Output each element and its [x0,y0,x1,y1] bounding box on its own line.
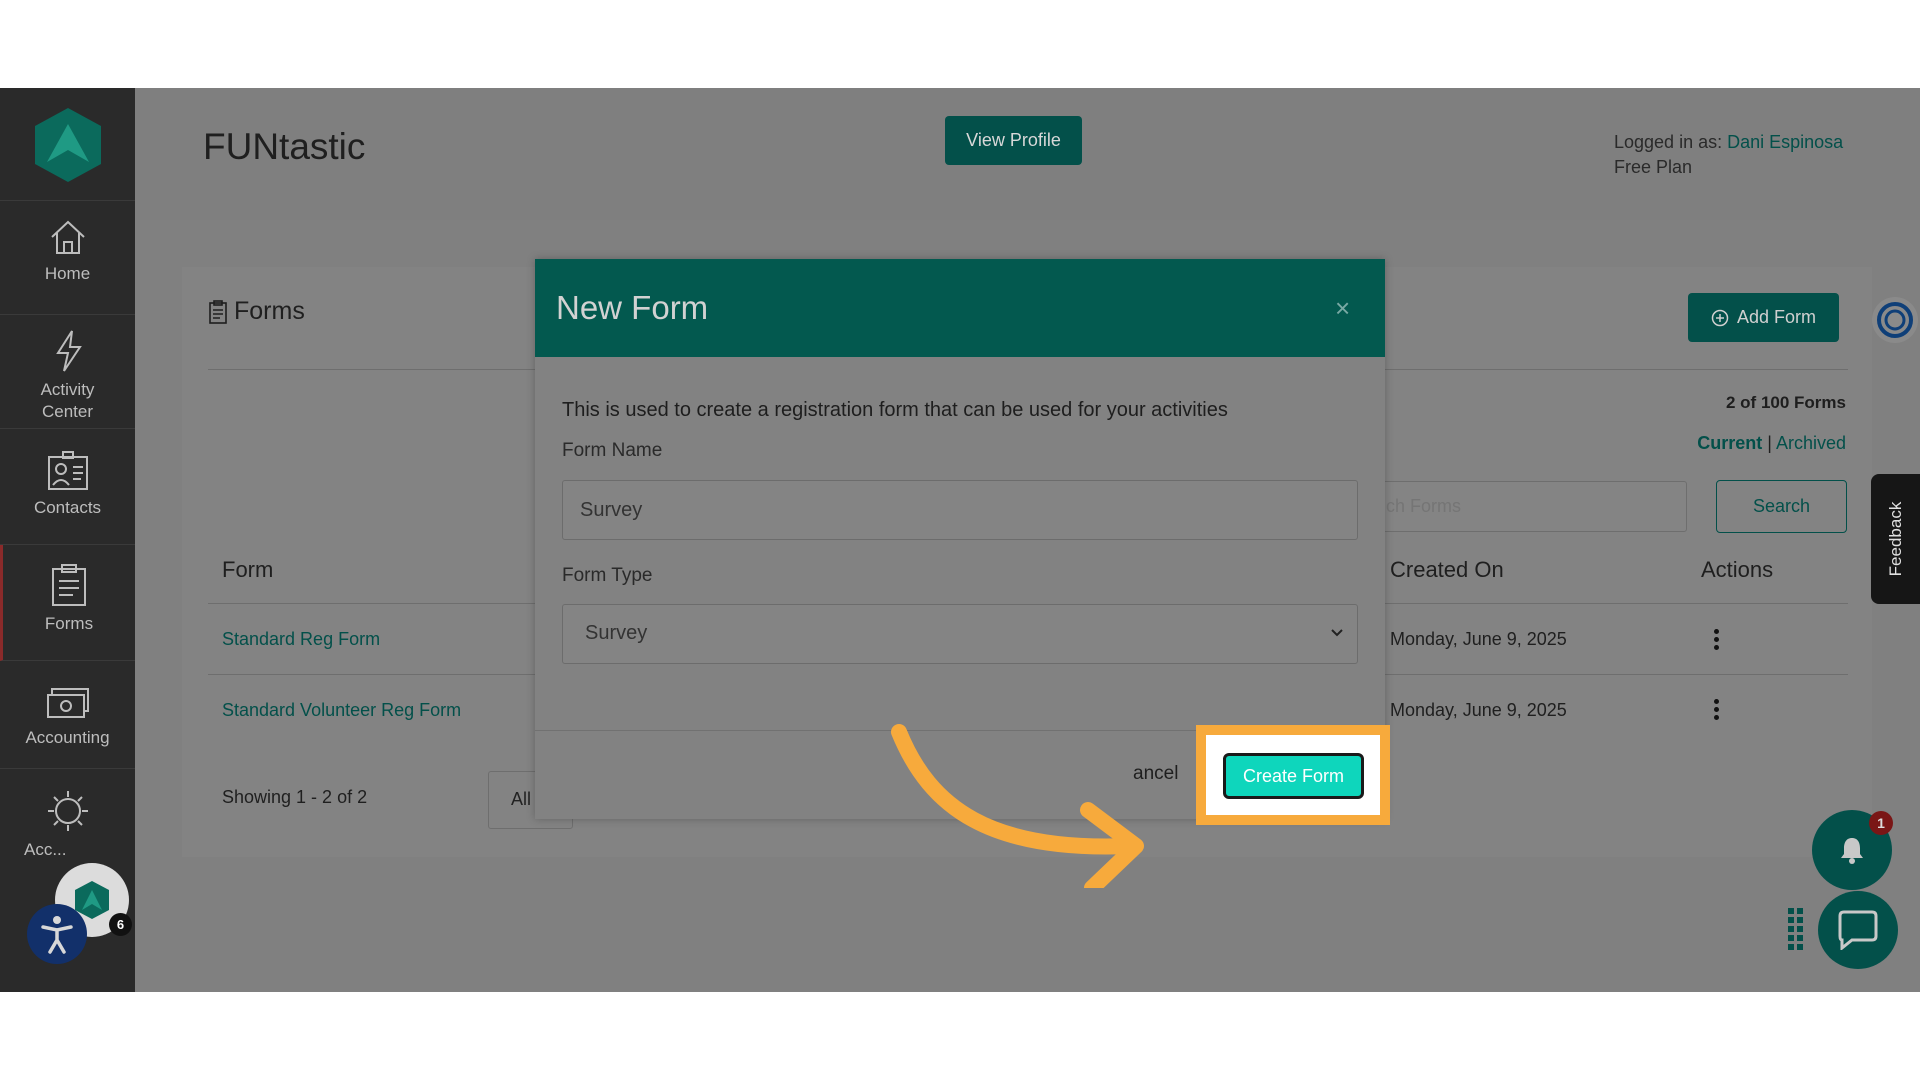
page-title: Forms [208,297,305,326]
arrow-annotation-icon [891,724,1144,888]
forms-count: 2 of 100 Forms [1726,393,1846,412]
sidebar-item-home[interactable]: Home [0,201,135,315]
chat-button[interactable] [1818,891,1898,969]
table-row-created-on: Monday, June 9, 2025 [1390,629,1567,649]
modal-header: New Form × [535,259,1385,357]
filter-current[interactable]: Current [1697,433,1762,453]
view-profile-button[interactable]: View Profile [945,116,1082,165]
contacts-icon [47,451,88,490]
form-name-input[interactable] [562,480,1358,540]
helper-count-badge: 6 [109,913,132,936]
form-name-label: Form Name [562,440,663,461]
sidebar-item-label: Activity Center [40,380,95,421]
home-icon [50,220,85,254]
filter-archived[interactable]: Archived [1776,433,1846,453]
app-logo-icon [35,108,101,182]
sidebar-item-label: Forms [44,614,94,633]
add-form-label: Add Form [1736,307,1817,327]
table-row-form-name[interactable]: Standard Reg Form [222,629,380,650]
chat-bubble-icon [1838,910,1878,950]
accessibility-icon [41,916,73,954]
sidebar-item-account-settings[interactable]: Acc... [0,769,135,879]
column-header-form: Form [222,557,274,582]
forms-icon [52,564,86,606]
plus-circle-icon [1711,309,1729,326]
organization-name: FUNtastic [203,126,366,167]
table-row-form-name[interactable]: Standard Volunteer Reg Form [222,700,461,721]
row-actions-menu-icon[interactable] [1714,699,1720,723]
sidebar-item-label: Accounting [25,728,110,747]
sidebar-item-accounting[interactable]: Accounting [0,661,135,769]
drag-handle-icon[interactable] [1787,908,1805,952]
sidebar-item-contacts[interactable]: Contacts [0,429,135,545]
login-info: Logged in as: Dani Espinosa Free Plan [1614,130,1843,180]
pagination-summary: Showing 1 - 2 of 2 [222,787,368,807]
add-form-button[interactable]: Add Form [1688,293,1839,342]
column-header-created-on: Created On [1390,557,1504,582]
feedback-tab[interactable]: Feedback [1871,474,1920,604]
create-form-button[interactable]: Create Form [1223,753,1364,799]
lightning-icon [55,330,82,372]
sidebar-item-activity-center[interactable]: Activity Center [0,315,135,429]
assistant-ring-icon[interactable] [1870,295,1920,345]
close-icon[interactable]: × [1335,293,1350,324]
clipboard-icon [209,299,227,324]
search-forms-input[interactable] [1367,481,1687,532]
user-name-link[interactable]: Dani Espinosa [1727,132,1843,152]
sidebar-item-label: Contacts [33,498,102,517]
modal-description: This is used to create a registration fo… [562,399,1228,421]
sidebar-item-forms[interactable]: Forms [0,545,135,661]
app-screen: Home Activity Center Contacts Forms Acco… [0,88,1920,992]
search-button[interactable]: Search [1716,480,1847,533]
filter-separator: | [1767,433,1772,453]
feedback-label: Feedback [1885,501,1905,577]
logo[interactable] [0,88,135,201]
top-header: FUNtastic View Profile Logged in as: Dan… [135,88,1920,220]
logged-in-label: Logged in as: [1614,132,1723,152]
form-type-selected-value: Survey [585,622,648,644]
sidebar-item-label: Home [44,264,91,283]
table-row-created-on: Monday, June 9, 2025 [1390,700,1567,720]
notification-count-badge: 1 [1869,811,1893,835]
row-actions-menu-icon[interactable] [1714,629,1720,653]
column-header-actions: Actions [1701,557,1774,582]
chevron-down-icon [1331,629,1343,637]
form-type-label: Form Type [562,565,653,586]
page-title-text: Forms [234,297,305,325]
plan-label: Free Plan [1614,157,1693,177]
sidebar-item-label: Acc... [24,840,67,859]
form-filters: Current | Archived [1697,433,1846,454]
money-icon [46,688,89,718]
modal-title: New Form [556,289,709,326]
sidebar: Home Activity Center Contacts Forms Acco… [0,88,135,992]
accessibility-button[interactable] [27,904,87,964]
bell-icon [1841,838,1863,864]
gear-icon [47,791,88,831]
